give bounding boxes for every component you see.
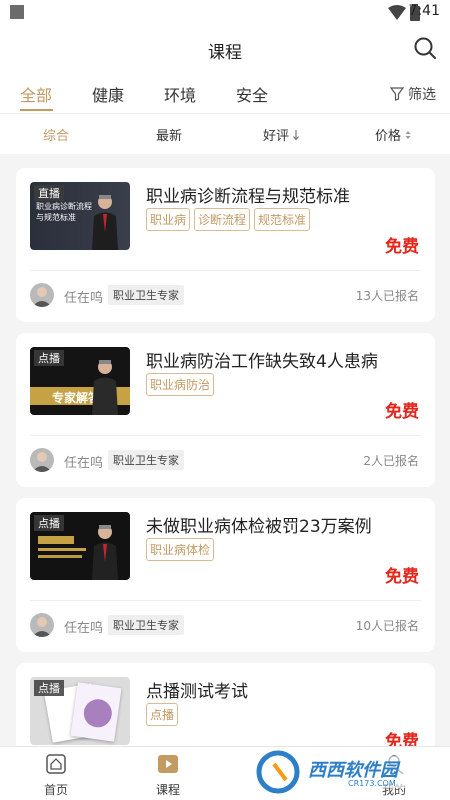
search-icon[interactable]: [412, 35, 438, 61]
signup-count: 2人已报名: [363, 454, 419, 468]
course-type-badge: 直播: [34, 185, 64, 201]
divider: [30, 435, 421, 436]
course-price: 免费: [385, 237, 419, 257]
filter-button[interactable]: 筛选: [390, 84, 436, 104]
watermark-logo: 西西软件园 CR173.COM: [256, 750, 436, 794]
course-tags: 点播: [146, 703, 179, 726]
video-icon: [158, 755, 178, 773]
course-tags: 职业病防治: [146, 373, 215, 396]
thumbnail-decoration: [70, 682, 122, 742]
sort-arrows-icon: [405, 130, 411, 139]
course-thumbnail: 直播 职业病诊断流程 与规范标准: [30, 182, 130, 250]
course-title: 职业病诊断流程与规范标准: [146, 187, 350, 207]
author-role-badge: 职业卫生专家: [108, 285, 184, 305]
sort-label: 最新: [156, 129, 183, 144]
thumbnail-text: 与规范标准: [36, 213, 76, 222]
course-tags: 职业病 诊断流程 规范标准: [146, 208, 311, 231]
title-bar: 课程: [0, 26, 450, 72]
avatar: [30, 283, 54, 307]
wifi-icon: [388, 5, 406, 20]
course-tag: 点播: [146, 703, 179, 726]
course-price: 免费: [385, 567, 419, 587]
sort-label: 好评: [263, 129, 290, 144]
divider: [30, 270, 421, 271]
sort-price[interactable]: 价格: [375, 125, 412, 144]
thumbnail-decoration: [38, 548, 86, 551]
sort-bar: 综合 最新 好评 价格: [0, 114, 450, 154]
signup-count: 10人已报名: [355, 619, 419, 633]
course-title: 未做职业病体检被罚23万案例: [146, 517, 372, 537]
sort-label: 价格: [375, 129, 402, 144]
course-thumbnail: 点播 专家解答: [30, 347, 130, 415]
sort-comprehensive[interactable]: 综合: [43, 125, 69, 144]
filter-icon: [390, 87, 404, 101]
nav-label: 首页: [43, 783, 68, 797]
avatar: [30, 448, 54, 472]
course-price: 免费: [385, 402, 419, 422]
course-type-badge: 点播: [34, 515, 64, 531]
course-thumbnail: 点播: [30, 512, 130, 580]
watermark-subtext: CR173.COM: [348, 779, 396, 788]
nav-courses[interactable]: 课程: [138, 753, 198, 798]
tab-safety[interactable]: 安全: [236, 82, 268, 106]
tab-all[interactable]: 全部: [20, 82, 52, 106]
author-name: 任在呜: [64, 456, 104, 471]
course-thumbnail: 点播: [30, 677, 130, 745]
course-tag: 诊断流程: [194, 208, 251, 231]
author-name: 任在呜: [64, 291, 104, 306]
course-tag: 规范标准: [254, 208, 311, 231]
page-title: 课程: [208, 43, 242, 63]
sort-label: 综合: [43, 129, 70, 144]
course-type-badge: 点播: [34, 680, 64, 696]
sort-latest[interactable]: 最新: [156, 125, 182, 144]
course-card[interactable]: 点播 未做职业病体检被罚23万案例 职业病体检 免费 任在呜 职业卫生专家 10…: [16, 498, 435, 652]
nav-label: 课程: [155, 783, 180, 797]
course-card[interactable]: 直播 职业病诊断流程 与规范标准 职业病诊断流程与规范标准 职业病 诊断流程 规…: [16, 168, 435, 322]
course-tags: 职业病体检: [146, 538, 215, 561]
filter-label: 筛选: [408, 87, 436, 103]
course-title: 点播测试考试: [146, 682, 248, 702]
thumbnail-decoration: [38, 536, 74, 544]
course-tag: 职业病: [146, 208, 191, 231]
signup-count: 13人已报名: [355, 289, 419, 303]
category-tabs: 全部 健康 环境 安全 筛选: [0, 72, 450, 114]
presenter-figure: [92, 195, 118, 250]
tab-environment[interactable]: 环境: [164, 82, 196, 106]
divider: [30, 600, 421, 601]
course-tag: 职业病体检: [146, 538, 215, 561]
sort-rating[interactable]: 好评: [263, 125, 300, 144]
tab-health[interactable]: 健康: [92, 82, 124, 106]
author-name: 任在呜: [64, 621, 104, 636]
home-icon: [46, 754, 66, 774]
thumbnail-text: 职业病诊断流程: [36, 202, 92, 211]
course-title: 职业病防治工作缺失致4人患病: [146, 352, 378, 372]
course-card[interactable]: 点播 专家解答 职业病防治工作缺失致4人患病 职业病防治 免费 任在呜 职业卫生…: [16, 333, 435, 487]
presenter-figure: [92, 525, 118, 580]
arrow-down-icon: [293, 129, 299, 140]
presenter-figure: [92, 360, 118, 415]
clock: 7:41: [408, 3, 440, 19]
nav-home[interactable]: 首页: [26, 753, 86, 798]
author-role-badge: 职业卫生专家: [108, 450, 184, 470]
course-type-badge: 点播: [34, 350, 64, 366]
active-tab-indicator: [20, 109, 53, 111]
avatar: [30, 613, 54, 637]
course-tag: 职业病防治: [146, 373, 215, 396]
notification-icon: [10, 5, 24, 19]
thumbnail-decoration: [38, 555, 82, 558]
author-role-badge: 职业卫生专家: [108, 615, 184, 635]
status-bar: 7:41: [0, 0, 450, 26]
